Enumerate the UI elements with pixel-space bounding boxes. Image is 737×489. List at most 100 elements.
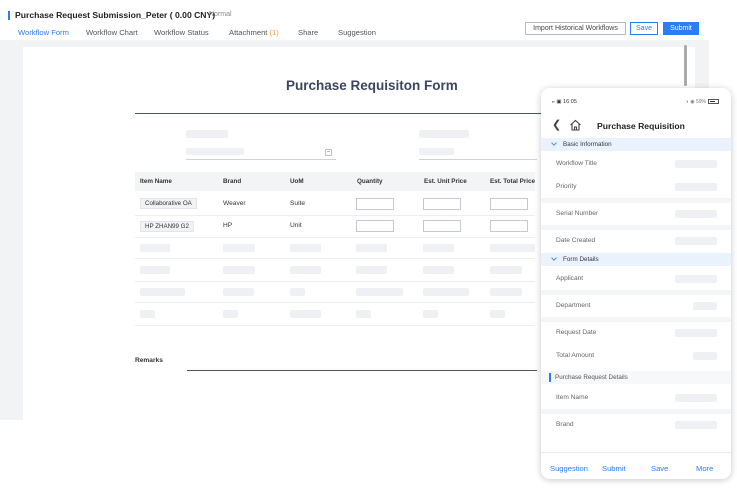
tab-suggestion[interactable]: Suggestion: [338, 28, 376, 37]
row-divider: [135, 258, 535, 259]
row-divider: [135, 281, 535, 282]
field-value-placeholder[interactable]: [675, 275, 717, 283]
row-divider: [135, 325, 535, 326]
field-value-placeholder: [675, 210, 717, 218]
table-cell-placeholder: [223, 288, 254, 296]
battery-percent: 59%: [695, 99, 706, 105]
table-cell-placeholder: [140, 288, 185, 296]
table-cell-placeholder: [290, 244, 321, 252]
field-value-placeholder: [419, 148, 454, 155]
table-cell-placeholder: [140, 310, 155, 318]
tab-label: Suggestion: [338, 28, 376, 37]
tab-label: Workflow Chart: [86, 28, 138, 37]
uom-cell: Unit: [290, 222, 302, 229]
mobile-submit-button[interactable]: Submit: [602, 464, 626, 473]
table-cell-placeholder: [356, 288, 403, 296]
table-cell-placeholder: [290, 288, 305, 296]
attachment-count-badge: (1): [269, 28, 279, 37]
tab-label: Workflow Status: [154, 28, 209, 37]
field-label-serial-number: Serial Number: [556, 210, 599, 217]
tab-share[interactable]: Share: [298, 28, 318, 37]
scrollbar-thumb[interactable]: [684, 45, 687, 86]
section-gap: [541, 225, 731, 230]
field-value-placeholder[interactable]: [693, 302, 717, 310]
field-underline: [419, 159, 537, 160]
quantity-input[interactable]: [356, 198, 394, 210]
unit-price-input[interactable]: [423, 198, 461, 210]
row-divider: [135, 215, 535, 216]
section-gap: [541, 409, 731, 414]
row-divider: [135, 237, 535, 238]
field-value-placeholder[interactable]: [675, 329, 717, 337]
mobile-more-button[interactable]: More: [696, 464, 713, 473]
submit-button[interactable]: Submit: [663, 22, 699, 35]
home-icon[interactable]: [569, 119, 582, 131]
item-name-chip[interactable]: HP ZHAN99 G2: [140, 221, 194, 232]
field-label-applicant: Applicant: [556, 275, 584, 282]
brand-cell: Weaver: [223, 200, 246, 207]
mobile-save-button[interactable]: Save: [651, 464, 668, 473]
field-value-placeholder: [693, 352, 717, 360]
column-header-item-name: Item Name: [140, 178, 172, 185]
field-label-workflow-title: Workflow Title: [556, 160, 597, 167]
table-cell-placeholder: [356, 266, 387, 274]
mobile-page-title: Purchase Requisition: [597, 121, 685, 131]
status-bar-battery: ◗ ◉ 59%: [686, 99, 719, 105]
tab-workflow-form[interactable]: Workflow Form: [18, 28, 69, 42]
back-icon[interactable]: ❮: [552, 118, 561, 131]
total-price-input[interactable]: [490, 198, 528, 210]
column-header-unit-price: Est. Unit Price: [424, 178, 467, 185]
unit-price-input[interactable]: [423, 220, 461, 232]
table-cell-placeholder: [223, 266, 255, 274]
field-label-date-created: Date Created: [556, 237, 596, 244]
field-label-brand: Brand: [556, 421, 574, 428]
table-cell-placeholder: [140, 244, 170, 252]
table-cell-placeholder: [140, 266, 170, 274]
table-cell-placeholder: [223, 310, 238, 318]
field-value-placeholder[interactable]: [675, 183, 717, 191]
quantity-input[interactable]: [356, 220, 394, 232]
table-cell-placeholder: [423, 266, 454, 274]
status-bar-time: ▪▪ ▣ 16:05: [552, 99, 577, 105]
uom-cell: Suite: [290, 200, 306, 207]
save-button[interactable]: Save: [630, 22, 658, 35]
field-label-placeholder: [186, 130, 228, 138]
section-accent-bar: [549, 373, 551, 382]
remarks-input[interactable]: [187, 370, 537, 371]
action-bar-divider: [541, 452, 731, 453]
field-label-request-date: Request Date: [556, 329, 597, 336]
table-cell-placeholder: [290, 266, 321, 274]
tab-bar: Workflow Form Workflow Chart Workflow St…: [0, 22, 737, 42]
table-cell-placeholder: [423, 288, 469, 296]
table-cell-placeholder: [290, 310, 321, 318]
column-header-uom: UoM: [290, 178, 304, 185]
remarks-label: Remarks: [135, 357, 163, 364]
field-value-placeholder[interactable]: [675, 160, 717, 168]
section-gap: [541, 198, 731, 203]
tab-attachment[interactable]: Attachment (1): [229, 28, 279, 37]
calendar-icon[interactable]: [325, 149, 332, 156]
table-cell-placeholder: [490, 244, 535, 252]
status-time: 16:05: [563, 99, 577, 105]
import-historical-workflows-button[interactable]: Import Historical Workflows: [525, 22, 626, 35]
mobile-preview: ▪▪ ▣ 16:05 ◗ ◉ 59% ❮ Purchase Requisitio…: [541, 88, 731, 479]
item-name-chip[interactable]: Collaborative OA: [140, 198, 197, 209]
table-cell-placeholder: [356, 310, 371, 318]
field-value-placeholder[interactable]: [675, 394, 717, 402]
battery-icon: [708, 99, 719, 105]
tab-label: Workflow Form: [18, 28, 69, 37]
column-header-total-price: Est. Total Price: [490, 178, 536, 185]
section-gap: [541, 317, 731, 322]
tab-workflow-status[interactable]: Workflow Status: [154, 28, 209, 37]
section-label: Form Details: [563, 256, 599, 263]
field-label-total-amount: Total Amount: [556, 352, 595, 359]
tab-label: Share: [298, 28, 319, 37]
field-value-placeholder[interactable]: [675, 421, 717, 429]
total-price-input[interactable]: [490, 220, 528, 232]
date-field-underline[interactable]: [186, 159, 336, 160]
section-gap: [541, 290, 731, 295]
mobile-suggestion-button[interactable]: Suggestion: [550, 464, 588, 473]
tab-workflow-chart[interactable]: Workflow Chart: [86, 28, 138, 37]
table-cell-placeholder: [423, 244, 454, 252]
field-label-placeholder: [419, 130, 469, 138]
